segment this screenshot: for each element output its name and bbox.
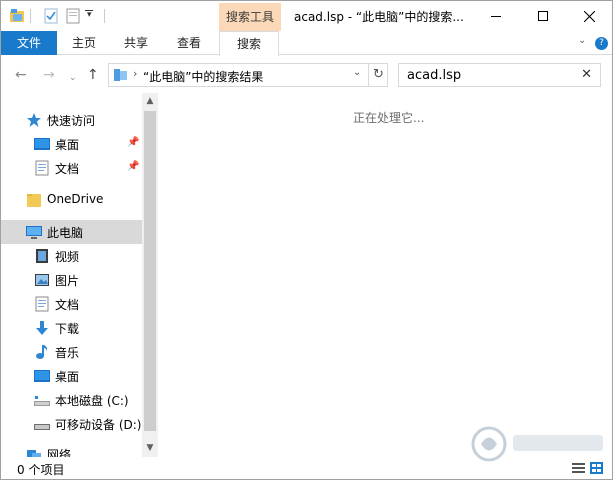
new-folder-icon[interactable] bbox=[65, 8, 81, 24]
minimize-button[interactable] bbox=[473, 1, 519, 31]
pin-icon[interactable]: 📌 bbox=[127, 137, 139, 148]
nav-videos[interactable]: 视频 bbox=[1, 244, 142, 268]
breadcrumb[interactable]: “此电脑”中的搜索结果 bbox=[143, 68, 263, 85]
tab-file[interactable]: 文件 bbox=[1, 31, 57, 55]
properties-icon[interactable] bbox=[43, 8, 59, 24]
address-row: ← → ⌄ ↑ › “此电脑”中的搜索结果 ⌄ ↻ acad.lsp ✕ bbox=[1, 61, 612, 89]
desktop-icon bbox=[34, 370, 50, 382]
pin-icon[interactable]: 📌 bbox=[127, 161, 139, 172]
nav-pictures[interactable]: 图片 bbox=[1, 268, 142, 292]
search-input[interactable]: acad.lsp bbox=[407, 68, 461, 83]
watermark-logo bbox=[471, 426, 603, 462]
nav-downloads[interactable]: 下载 bbox=[1, 316, 142, 340]
nav-label: 桌面 bbox=[55, 138, 80, 152]
ribbon-expand-icon[interactable]: ⌄ bbox=[578, 35, 586, 46]
processing-message: 正在处理它... bbox=[353, 111, 425, 125]
document-icon bbox=[35, 296, 49, 312]
removable-drive-icon bbox=[34, 424, 50, 430]
desktop-icon bbox=[34, 138, 50, 150]
nav-desktop[interactable]: 桌面 📌 bbox=[1, 132, 142, 156]
document-icon bbox=[35, 160, 49, 176]
nav-label: 视频 bbox=[55, 250, 80, 264]
search-box[interactable]: acad.lsp ✕ bbox=[398, 63, 601, 87]
nav-scrollbar[interactable]: ▲ ▼ bbox=[142, 93, 158, 457]
nav-label: 图片 bbox=[55, 274, 80, 288]
nav-documents-pc[interactable]: 文档 bbox=[1, 292, 142, 316]
ribbon-tabs: 文件 主页 共享 查看 搜索 ⌄ ? bbox=[1, 31, 612, 56]
nav-network[interactable]: 网络 bbox=[1, 442, 142, 457]
tab-share[interactable]: 共享 bbox=[124, 31, 148, 55]
qat-divider-2 bbox=[104, 9, 105, 23]
computer-icon bbox=[26, 226, 42, 239]
explorer-window: ▾ 搜索工具 acad.lsp - “此电脑”中的搜索... 文件 主页 共享 … bbox=[0, 0, 613, 480]
forward-icon[interactable]: → bbox=[43, 67, 55, 83]
nav-label: 快速访问 bbox=[47, 114, 96, 128]
refresh-button[interactable]: ↻ bbox=[368, 64, 388, 86]
folder-icon bbox=[27, 194, 41, 207]
nav-this-pc[interactable]: 此电脑 bbox=[1, 220, 142, 244]
music-icon bbox=[36, 345, 48, 359]
address-bar[interactable]: › “此电脑”中的搜索结果 ⌄ ↻ bbox=[108, 63, 388, 87]
qat-divider bbox=[30, 9, 31, 23]
nav-music[interactable]: 音乐 bbox=[1, 340, 142, 364]
back-icon[interactable]: ← bbox=[15, 67, 27, 83]
nav-label: 下载 bbox=[55, 322, 80, 336]
minimize-icon bbox=[491, 15, 501, 17]
recent-locations-icon[interactable]: ⌄ bbox=[69, 70, 77, 86]
pictures-icon bbox=[35, 274, 49, 286]
scroll-up-icon[interactable]: ▲ bbox=[145, 96, 155, 106]
nav-desktop-pc[interactable]: 桌面 bbox=[1, 364, 142, 388]
qat-dropdown-icon[interactable]: ▾ bbox=[87, 10, 92, 20]
nav-label: 桌面 bbox=[55, 370, 80, 384]
up-icon[interactable]: ↑ bbox=[87, 67, 99, 83]
star-icon bbox=[27, 113, 41, 127]
results-pane[interactable]: 正在处理它... bbox=[158, 93, 612, 457]
search-results-icon bbox=[114, 69, 127, 81]
nav-label: OneDrive bbox=[47, 192, 104, 206]
tab-search[interactable]: 搜索 bbox=[219, 31, 279, 56]
item-count: 0 个项目 bbox=[17, 463, 65, 477]
maximize-button[interactable] bbox=[520, 1, 566, 31]
download-icon bbox=[36, 321, 48, 335]
search-tools-context-tab: 搜索工具 bbox=[219, 3, 281, 31]
nav-quick-access[interactable]: 快速访问 bbox=[1, 108, 142, 132]
nav-removable[interactable]: 可移动设备 (D:) bbox=[1, 412, 142, 436]
nav-label: 网络 bbox=[47, 448, 72, 457]
tab-view[interactable]: 查看 bbox=[177, 31, 201, 55]
window-title: acad.lsp - “此电脑”中的搜索... bbox=[294, 10, 464, 24]
address-dropdown-icon[interactable]: ⌄ bbox=[353, 67, 361, 78]
maximize-icon bbox=[538, 11, 548, 21]
nav-documents[interactable]: 文档 📌 bbox=[1, 156, 142, 180]
nav-label: 音乐 bbox=[55, 346, 80, 360]
nav-label: 此电脑 bbox=[47, 226, 84, 240]
close-icon bbox=[583, 10, 595, 22]
help-icon[interactable]: ? bbox=[595, 37, 608, 50]
clear-search-icon[interactable]: ✕ bbox=[581, 67, 592, 82]
nav-label: 本地磁盘 (C:) bbox=[55, 394, 129, 408]
nav-label: 可移动设备 (D:) bbox=[55, 418, 142, 432]
qat-dropdown-bar bbox=[85, 10, 93, 11]
nav-onedrive[interactable]: OneDrive bbox=[1, 188, 142, 212]
scroll-down-icon[interactable]: ▼ bbox=[145, 443, 155, 453]
nav-label: 文档 bbox=[55, 298, 80, 312]
drive-icon bbox=[34, 396, 50, 406]
scroll-thumb[interactable] bbox=[144, 111, 156, 431]
navigation-pane: 快速访问 桌面 📌 文档 📌 OneDrive 此电脑 视频 图片 文档 下载 … bbox=[1, 93, 142, 457]
title-bar: ▾ 搜索工具 acad.lsp - “此电脑”中的搜索... bbox=[1, 1, 612, 31]
nav-label: 文档 bbox=[55, 162, 80, 176]
video-icon bbox=[36, 249, 48, 263]
tab-home[interactable]: 主页 bbox=[72, 31, 96, 55]
breadcrumb-separator-icon: › bbox=[133, 67, 138, 80]
close-button[interactable] bbox=[566, 1, 612, 31]
explorer-icon[interactable] bbox=[9, 8, 25, 24]
nav-local-disk[interactable]: 本地磁盘 (C:) bbox=[1, 388, 142, 412]
network-icon bbox=[27, 450, 41, 457]
